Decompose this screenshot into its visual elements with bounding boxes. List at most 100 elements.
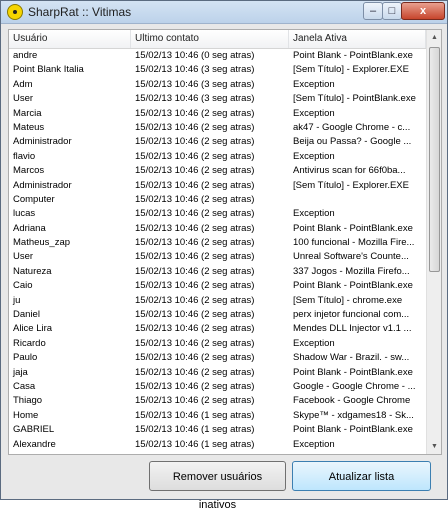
cell-user: flavio bbox=[13, 150, 36, 162]
remove-inactive-users-button[interactable]: Remover usuários inativos bbox=[149, 461, 286, 511]
column-header-last-contact[interactable]: Ultimo contato bbox=[131, 30, 289, 48]
main-window: SharpRat :: Vitimas – □ x Usuário Ultimo… bbox=[0, 0, 448, 511]
minimize-button[interactable]: – bbox=[363, 2, 383, 20]
list-row[interactable]: Daniel 15/02/13 10:46 (2 seg atras) perx i… bbox=[9, 308, 426, 322]
column-header-user[interactable]: Usuário bbox=[9, 30, 131, 48]
cell-active-window: [Sem Título] - Explorer.EXE bbox=[293, 179, 409, 191]
vertical-scrollbar[interactable]: ▲ ▼ bbox=[426, 30, 441, 454]
list-row[interactable]: User 15/02/13 10:46 (3 seg atras) [Sem Tít… bbox=[9, 92, 426, 106]
list-row[interactable]: Administrador 15/02/13 10:46 (2 seg atras… bbox=[9, 135, 426, 149]
cell-active-window: Exception bbox=[293, 78, 335, 90]
cell-user: Mateus bbox=[13, 121, 45, 133]
list-row[interactable]: Marcia 15/02/13 10:46 (2 seg atras) Except… bbox=[9, 107, 426, 121]
list-row[interactable]: Felipe15/02/13 10:46 (1 seg atras)Except… bbox=[9, 452, 426, 454]
list-row[interactable]: GABRIEL 15/02/13 10:46 (1 seg atras) Point… bbox=[9, 423, 426, 437]
list-row[interactable]: Thiago 15/02/13 10:46 (2 seg atras) Facebo… bbox=[9, 394, 426, 408]
list-row[interactable]: Marcos 15/02/13 10:46 (2 seg atras) Antivi… bbox=[9, 164, 426, 178]
cell-last-contact: 15/02/13 10:46 (2 seg atras) bbox=[135, 150, 255, 162]
cell-user: Marcia bbox=[13, 107, 42, 119]
list-row[interactable]: Adriana 15/02/13 10:46 (2 seg atras) Point… bbox=[9, 222, 426, 236]
list-row[interactable]: Casa 15/02/13 10:46 (2 seg atras) Google -… bbox=[9, 380, 426, 394]
list-row[interactable]: Alice Lira 15/02/13 10:46 (2 seg atras) Me… bbox=[9, 322, 426, 336]
scroll-thumb[interactable] bbox=[429, 47, 440, 272]
cell-user: Caio bbox=[13, 280, 33, 292]
list-row[interactable]: Adm 15/02/13 10:46 (3 seg atras) Exception bbox=[9, 78, 426, 92]
refresh-list-button[interactable]: Atualizar lista bbox=[292, 461, 431, 491]
list-row[interactable]: andre 15/02/13 10:46 (0 seg atras) Point B… bbox=[9, 49, 426, 63]
cell-user: jaja bbox=[13, 366, 28, 378]
cell-active-window: Facebook - Google Chrome bbox=[293, 395, 411, 407]
cell-user: User bbox=[13, 93, 34, 105]
victims-list[interactable]: Usuário Ultimo contato Janela Ativa andr… bbox=[8, 29, 442, 455]
cell-active-window: perx injetor funcional com... bbox=[293, 309, 410, 321]
list-row[interactable]: Matheus_zap 15/02/13 10:46 (2 seg atras) 1… bbox=[9, 236, 426, 250]
cell-active-window: [Sem Título] - chrome.exe bbox=[293, 294, 403, 306]
close-button[interactable]: x bbox=[401, 2, 445, 20]
list-row[interactable]: Ricardo 15/02/13 10:46 (2 seg atras) Excep… bbox=[9, 337, 426, 351]
list-row[interactable]: ju 15/02/13 10:46 (2 seg atras) [Sem Títul… bbox=[9, 294, 426, 308]
cell-active-window: Beija ou Passa? - Google ... bbox=[293, 136, 412, 148]
cell-last-contact: 15/02/13 10:46 (2 seg atras) bbox=[135, 136, 255, 148]
list-row[interactable]: User 15/02/13 10:46 (2 seg atras) Unreal S… bbox=[9, 250, 426, 264]
cell-active-window: Exception bbox=[289, 452, 426, 454]
list-row[interactable]: Home 15/02/13 10:46 (1 seg atras) Skype™ -… bbox=[9, 409, 426, 423]
cell-last-contact: 15/02/13 10:46 (2 seg atras) bbox=[135, 165, 255, 177]
cell-active-window: Point Blank - PointBlank.exe bbox=[293, 280, 413, 292]
cell-active-window: Exception bbox=[293, 438, 335, 450]
cell-last-contact: 15/02/13 10:46 (3 seg atras) bbox=[135, 64, 255, 76]
list-row[interactable]: Alexandre 15/02/13 10:46 (1 seg atras) Exc… bbox=[9, 438, 426, 452]
list-row[interactable]: lucas 15/02/13 10:46 (2 seg atras) Excepti… bbox=[9, 207, 426, 221]
cell-last-contact: 15/02/13 10:46 (1 seg atras) bbox=[131, 452, 289, 454]
cell-active-window: ak47 - Google Chrome - c... bbox=[293, 121, 411, 133]
cell-last-contact: 15/02/13 10:46 (2 seg atras) bbox=[135, 193, 255, 205]
list-row[interactable]: Point Blank Italia 15/02/13 10:46 (3 seg … bbox=[9, 63, 426, 77]
cell-last-contact: 15/02/13 10:46 (2 seg atras) bbox=[135, 395, 255, 407]
maximize-button[interactable]: □ bbox=[382, 2, 402, 20]
cell-user: ju bbox=[13, 294, 21, 306]
cell-user: Daniel bbox=[13, 309, 40, 321]
cell-last-contact: 15/02/13 10:46 (1 seg atras) bbox=[135, 438, 255, 450]
cell-active-window: 337 Jogos - Mozilla Firefo... bbox=[293, 265, 410, 277]
list-row[interactable]: jaja 15/02/13 10:46 (2 seg atras) Point Bl… bbox=[9, 366, 426, 380]
cell-last-contact: 15/02/13 10:46 (2 seg atras) bbox=[135, 352, 255, 364]
cell-user: Home bbox=[13, 409, 39, 421]
cell-active-window: Exception bbox=[293, 337, 335, 349]
cell-active-window bbox=[289, 193, 426, 207]
cell-last-contact: 15/02/13 10:46 (2 seg atras) bbox=[135, 366, 255, 378]
cell-last-contact: 15/02/13 10:46 (1 seg atras) bbox=[135, 409, 255, 421]
list-row[interactable]: Computer 15/02/13 10:46 (2 seg atras) bbox=[9, 193, 426, 207]
list-row[interactable]: Administrador 15/02/13 10:46 (2 seg atras… bbox=[9, 179, 426, 193]
cell-last-contact: 15/02/13 10:46 (2 seg atras) bbox=[135, 222, 255, 234]
list-row[interactable]: Caio 15/02/13 10:46 (2 seg atras) Point Bl… bbox=[9, 279, 426, 293]
list-row[interactable]: Paulo 15/02/13 10:46 (2 seg atras) Shadow … bbox=[9, 351, 426, 365]
cell-active-window: Point Blank - PointBlank.exe bbox=[293, 222, 413, 234]
list-header: Usuário Ultimo contato Janela Ativa bbox=[9, 30, 426, 49]
cell-last-contact: 15/02/13 10:46 (2 seg atras) bbox=[135, 265, 255, 277]
column-header-active-window[interactable]: Janela Ativa bbox=[289, 30, 426, 48]
cell-active-window: Exception bbox=[293, 208, 335, 220]
cell-last-contact: 15/02/13 10:46 (2 seg atras) bbox=[135, 380, 255, 392]
cell-active-window: Google - Google Chrome - ... bbox=[293, 380, 416, 392]
scroll-down-arrow-icon[interactable]: ▼ bbox=[427, 439, 441, 454]
list-rows: andre 15/02/13 10:46 (0 seg atras) Point B… bbox=[9, 49, 426, 454]
cell-last-contact: 15/02/13 10:46 (0 seg atras) bbox=[135, 50, 255, 61]
cell-active-window: [Sem Título] - Explorer.EXE bbox=[293, 64, 409, 76]
cell-last-contact: 15/02/13 10:46 (2 seg atras) bbox=[135, 121, 255, 133]
cell-user: Natureza bbox=[13, 265, 52, 277]
window-title: SharpRat :: Vitimas bbox=[28, 5, 132, 19]
cell-last-contact: 15/02/13 10:46 (2 seg atras) bbox=[135, 323, 255, 335]
cell-last-contact: 15/02/13 10:46 (1 seg atras) bbox=[135, 424, 255, 436]
cell-user: lucas bbox=[13, 208, 36, 220]
cell-user: Administrador bbox=[13, 136, 72, 148]
list-row[interactable]: Natureza 15/02/13 10:46 (2 seg atras) 337 … bbox=[9, 265, 426, 279]
scroll-up-arrow-icon[interactable]: ▲ bbox=[427, 30, 441, 45]
list-row[interactable]: Mateus 15/02/13 10:46 (2 seg atras) ak47 -… bbox=[9, 121, 426, 135]
cell-last-contact: 15/02/13 10:46 (3 seg atras) bbox=[135, 93, 255, 105]
title-bar[interactable]: SharpRat :: Vitimas – □ x bbox=[1, 1, 447, 24]
cell-user: Marcos bbox=[13, 165, 45, 177]
cell-last-contact: 15/02/13 10:46 (2 seg atras) bbox=[135, 251, 255, 263]
list-row[interactable]: flavio 15/02/13 10:46 (2 seg atras) Except… bbox=[9, 150, 426, 164]
cell-active-window: Point Blank - PointBlank.exe bbox=[293, 50, 413, 61]
cell-last-contact: 15/02/13 10:46 (2 seg atras) bbox=[135, 107, 255, 119]
cell-active-window: Shadow War - Brazil. - sw... bbox=[293, 352, 410, 364]
